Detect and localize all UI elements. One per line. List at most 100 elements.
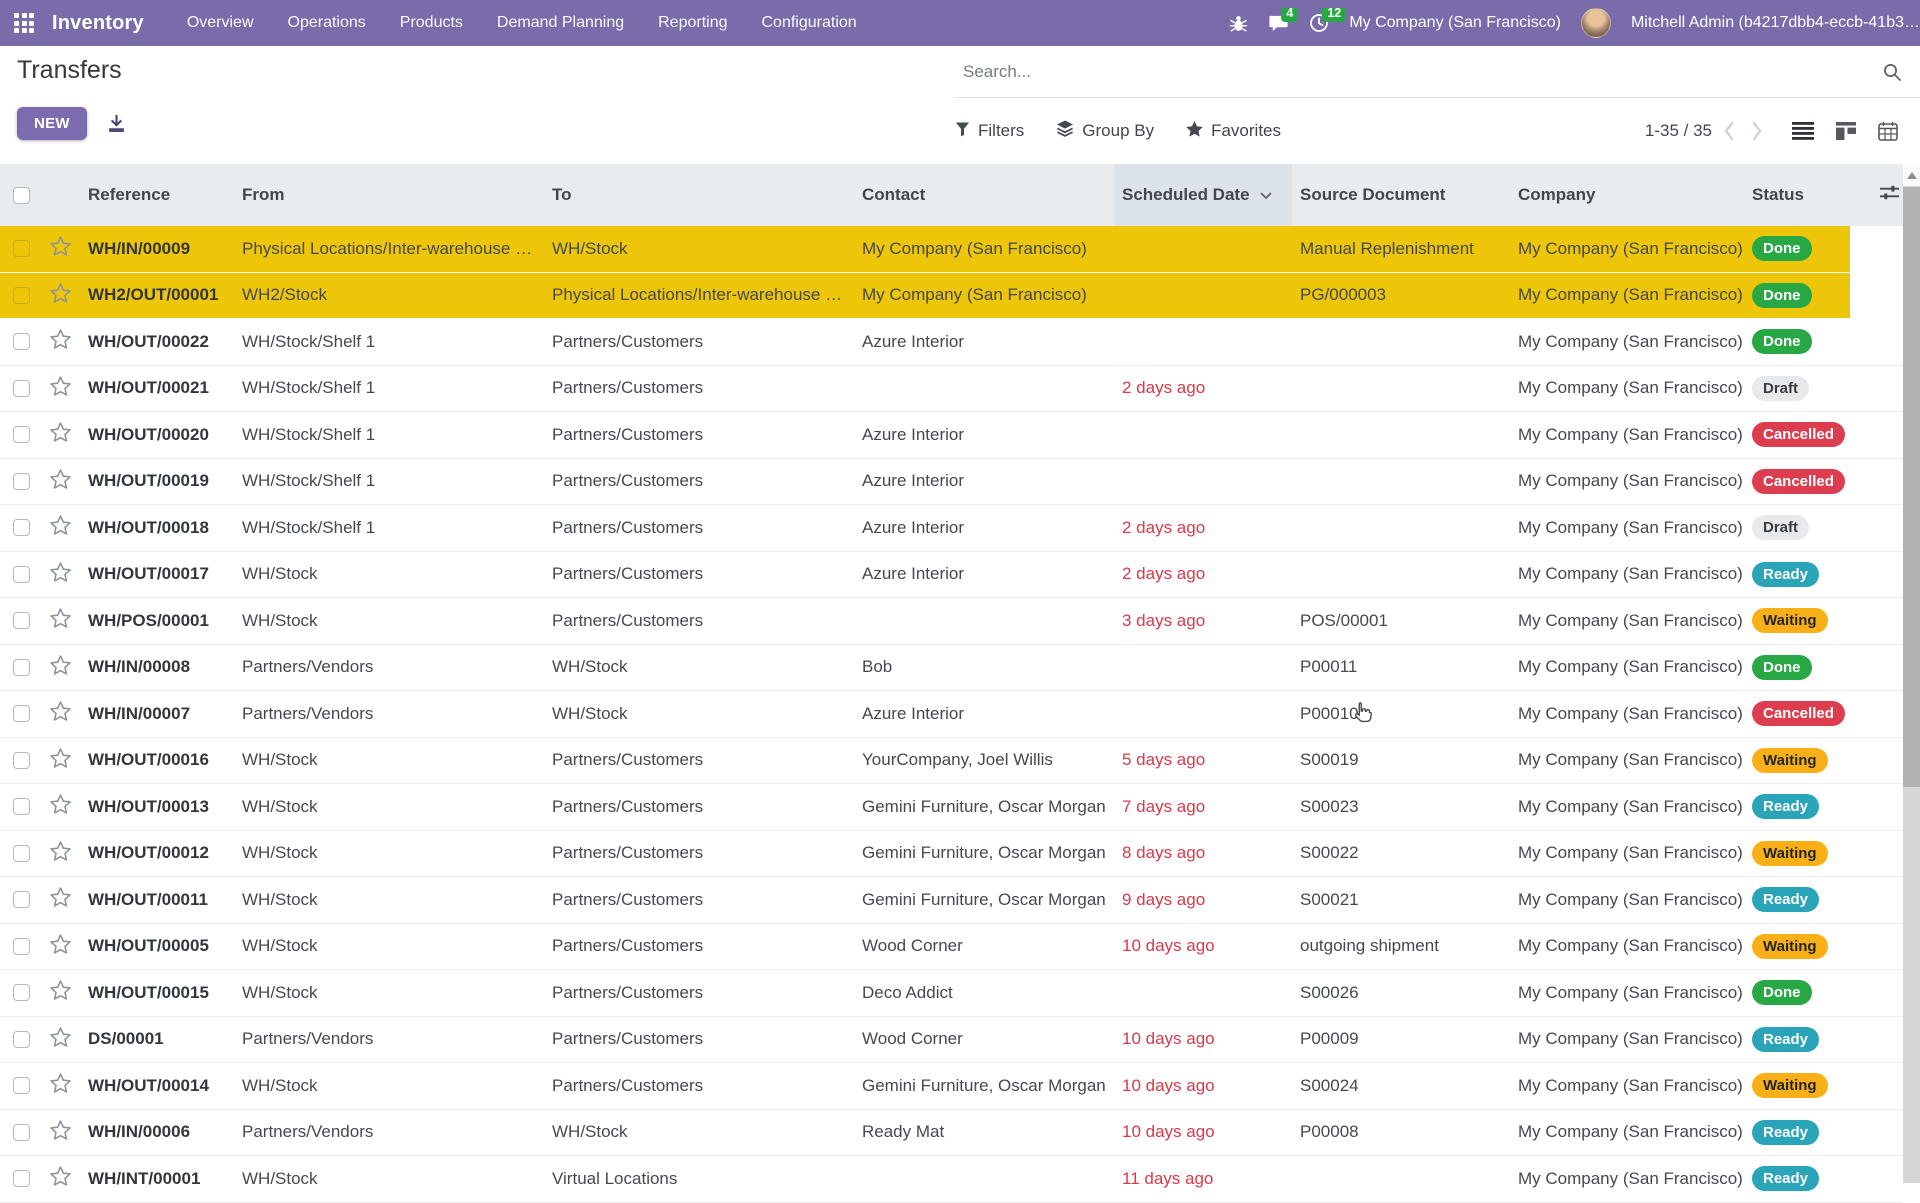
cell-favorite[interactable]	[44, 1120, 84, 1145]
cell-contact[interactable]: Azure Interior	[858, 704, 1114, 724]
table-row[interactable]: WH/IN/00006Partners/VendorsWH/StockReady…	[0, 1110, 1903, 1157]
table-row[interactable]: WH/IN/00007Partners/VendorsWH/StockAzure…	[0, 691, 1903, 738]
table-row[interactable]: WH/OUT/00018WH/Stock/Shelf 1Partners/Cus…	[0, 505, 1903, 552]
cell-reference[interactable]: WH/POS/00001	[84, 611, 238, 631]
cell-scheduled-date[interactable]: 2 days ago	[1114, 378, 1292, 398]
cell-select[interactable]	[0, 612, 44, 629]
cell-scheduled-date[interactable]: 10 days ago	[1114, 1029, 1292, 1049]
row-checkbox[interactable]	[13, 473, 30, 490]
cell-from[interactable]: WH/Stock/Shelf 1	[238, 471, 548, 491]
row-checkbox[interactable]	[13, 612, 30, 629]
row-checkbox[interactable]	[13, 938, 30, 955]
cell-scheduled-date[interactable]: 10 days ago	[1114, 1122, 1292, 1142]
cell-scheduled-date[interactable]: 7 days ago	[1114, 797, 1292, 817]
favorite-star-icon[interactable]	[50, 469, 71, 494]
cell-scheduled-date[interactable]: 2 days ago	[1114, 564, 1292, 584]
cell-from[interactable]: WH/Stock	[238, 1169, 548, 1189]
menu-overview[interactable]: Overview	[170, 0, 271, 46]
row-checkbox[interactable]	[13, 426, 30, 443]
cell-from[interactable]: WH/Stock/Shelf 1	[238, 332, 548, 352]
table-row[interactable]: WH2/OUT/00001WH2/StockPhysical Locations…	[0, 273, 1903, 320]
favorite-star-icon[interactable]	[50, 376, 71, 401]
table-row[interactable]: WH/OUT/00014WH/StockPartners/CustomersGe…	[0, 1063, 1903, 1110]
menu-products[interactable]: Products	[383, 0, 480, 46]
row-checkbox[interactable]	[13, 705, 30, 722]
select-all-checkbox[interactable]	[13, 187, 30, 204]
cell-scheduled-date[interactable]: 5 days ago	[1114, 750, 1292, 770]
table-row[interactable]: WH/OUT/00005WH/StockPartners/CustomersWo…	[0, 924, 1903, 971]
cell-to[interactable]: Partners/Customers	[548, 471, 858, 491]
favorite-star-icon[interactable]	[50, 329, 71, 354]
list-view-icon[interactable]	[1792, 122, 1814, 140]
cell-from[interactable]: WH/Stock	[238, 843, 548, 863]
vertical-scrollbar[interactable]	[1903, 164, 1920, 1183]
kanban-view-icon[interactable]	[1836, 122, 1856, 140]
table-row[interactable]: WH/OUT/00020WH/Stock/Shelf 1Partners/Cus…	[0, 412, 1903, 459]
table-row[interactable]: WH/OUT/00019WH/Stock/Shelf 1Partners/Cus…	[0, 459, 1903, 506]
cell-source-document[interactable]: outgoing shipment	[1292, 936, 1512, 956]
cell-status[interactable]: Done	[1746, 283, 1850, 308]
search-input[interactable]: Search...	[955, 62, 1882, 82]
cell-status[interactable]: Done	[1746, 655, 1850, 680]
favorite-star-icon[interactable]	[50, 1027, 71, 1052]
app-title[interactable]: Inventory	[52, 12, 144, 35]
cell-select[interactable]	[0, 1077, 44, 1094]
cell-favorite[interactable]	[44, 748, 84, 773]
cell-status[interactable]: Ready	[1746, 1120, 1850, 1145]
cell-from[interactable]: Partners/Vendors	[238, 657, 548, 677]
cell-select[interactable]	[0, 938, 44, 955]
cell-to[interactable]: Partners/Customers	[548, 378, 858, 398]
cell-company[interactable]: My Company (San Francisco)	[1512, 1169, 1746, 1189]
header-scheduled-date[interactable]: Scheduled Date	[1114, 164, 1292, 226]
table-row[interactable]: WH/IN/00009Physical Locations/Inter-ware…	[0, 226, 1903, 273]
cell-to[interactable]: Partners/Customers	[548, 518, 858, 538]
pager-next-icon[interactable]	[1745, 121, 1770, 141]
favorite-star-icon[interactable]	[50, 980, 71, 1005]
search-icon[interactable]	[1882, 62, 1920, 82]
favorite-star-icon[interactable]	[50, 562, 71, 587]
cell-scheduled-date[interactable]: 8 days ago	[1114, 843, 1292, 863]
cell-to[interactable]: WH/Stock	[548, 657, 858, 677]
menu-configuration[interactable]: Configuration	[745, 0, 874, 46]
cell-select[interactable]	[0, 752, 44, 769]
cell-source-document[interactable]: P00009	[1292, 1029, 1512, 1049]
cell-company[interactable]: My Company (San Francisco)	[1512, 704, 1746, 724]
cell-favorite[interactable]	[44, 1166, 84, 1191]
header-select-all[interactable]	[0, 187, 44, 204]
table-row[interactable]: WH/OUT/00021WH/Stock/Shelf 1Partners/Cus…	[0, 366, 1903, 413]
row-checkbox[interactable]	[13, 287, 30, 304]
cell-contact[interactable]: My Company (San Francisco)	[858, 239, 1114, 259]
cell-reference[interactable]: WH/OUT/00015	[84, 983, 238, 1003]
cell-company[interactable]: My Company (San Francisco)	[1512, 378, 1746, 398]
cell-to[interactable]: Partners/Customers	[548, 332, 858, 352]
cell-select[interactable]	[0, 984, 44, 1001]
cell-company[interactable]: My Company (San Francisco)	[1512, 797, 1746, 817]
cell-to[interactable]: Partners/Customers	[548, 1029, 858, 1049]
cell-favorite[interactable]	[44, 562, 84, 587]
favorite-star-icon[interactable]	[50, 934, 71, 959]
cell-from[interactable]: WH/Stock	[238, 936, 548, 956]
cell-company[interactable]: My Company (San Francisco)	[1512, 611, 1746, 631]
favorite-star-icon[interactable]	[50, 701, 71, 726]
cell-reference[interactable]: WH/OUT/00014	[84, 1076, 238, 1096]
cell-source-document[interactable]: P00011	[1292, 657, 1512, 677]
row-checkbox[interactable]	[13, 984, 30, 1001]
company-switcher[interactable]: My Company (San Francisco)	[1349, 14, 1561, 32]
favorite-star-icon[interactable]	[50, 236, 71, 261]
cell-select[interactable]	[0, 891, 44, 908]
cell-status[interactable]: Ready	[1746, 794, 1850, 819]
cell-scheduled-date[interactable]: 9 days ago	[1114, 890, 1292, 910]
cell-contact[interactable]: Deco Addict	[858, 983, 1114, 1003]
cell-reference[interactable]: WH/OUT/00017	[84, 564, 238, 584]
cell-from[interactable]: WH/Stock/Shelf 1	[238, 378, 548, 398]
cell-from[interactable]: WH/Stock	[238, 797, 548, 817]
cell-contact[interactable]: Ready Mat	[858, 1122, 1114, 1142]
cell-to[interactable]: WH/Stock	[548, 704, 858, 724]
cell-favorite[interactable]	[44, 236, 84, 261]
cell-select[interactable]	[0, 473, 44, 490]
cell-source-document[interactable]: S00023	[1292, 797, 1512, 817]
menu-reporting[interactable]: Reporting	[641, 0, 744, 46]
pager-previous-icon[interactable]	[1716, 121, 1741, 141]
cell-status[interactable]: Ready	[1746, 1027, 1850, 1052]
row-checkbox[interactable]	[13, 798, 30, 815]
